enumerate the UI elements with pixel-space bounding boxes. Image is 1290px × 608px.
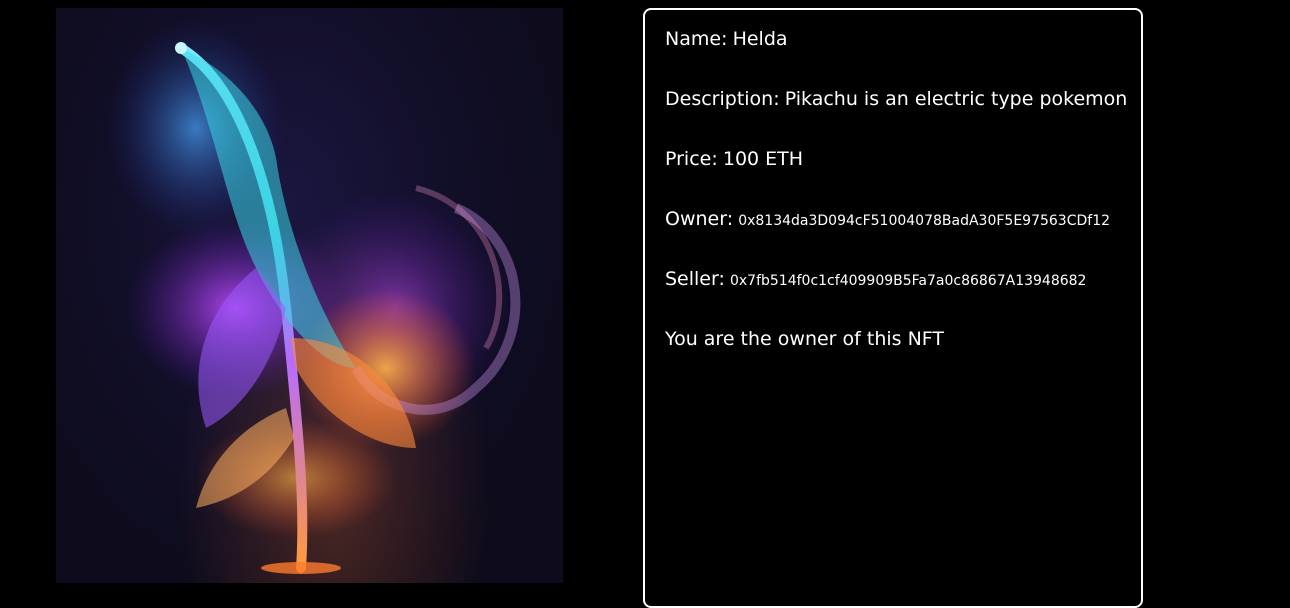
seller-label: Seller:	[665, 268, 725, 290]
description-label: Description:	[665, 88, 780, 110]
feather-artwork-icon	[106, 18, 521, 574]
name-label: Name:	[665, 28, 728, 50]
seller-row: Seller: 0x7fb514f0c1cf409909B5Fa7a0c8686…	[665, 268, 1141, 328]
owner-label: Owner:	[665, 208, 734, 230]
description-row: Description: Pikachu is an electric type…	[665, 88, 1141, 148]
description-value: Pikachu is an electric type pokemon	[784, 88, 1128, 110]
name-value: Helda	[732, 28, 788, 50]
price-label: Price:	[665, 148, 718, 170]
seller-address: 0x7fb514f0c1cf409909B5Fa7a0c86867A139486…	[729, 273, 1087, 289]
name-row: Name: Helda	[665, 28, 1141, 88]
nft-image	[56, 8, 563, 583]
price-row: Price: 100 ETH	[665, 148, 1141, 208]
owner-row: Owner: 0x8134da3D094cF51004078BadA30F5E9…	[665, 208, 1141, 268]
nft-details-card: Name: Helda Description: Pikachu is an e…	[643, 8, 1143, 608]
price-value: 100 ETH	[722, 148, 804, 170]
owner-address: 0x8134da3D094cF51004078BadA30F5E97563CDf…	[738, 213, 1111, 229]
ownership-status: You are the owner of this NFT	[665, 328, 944, 350]
